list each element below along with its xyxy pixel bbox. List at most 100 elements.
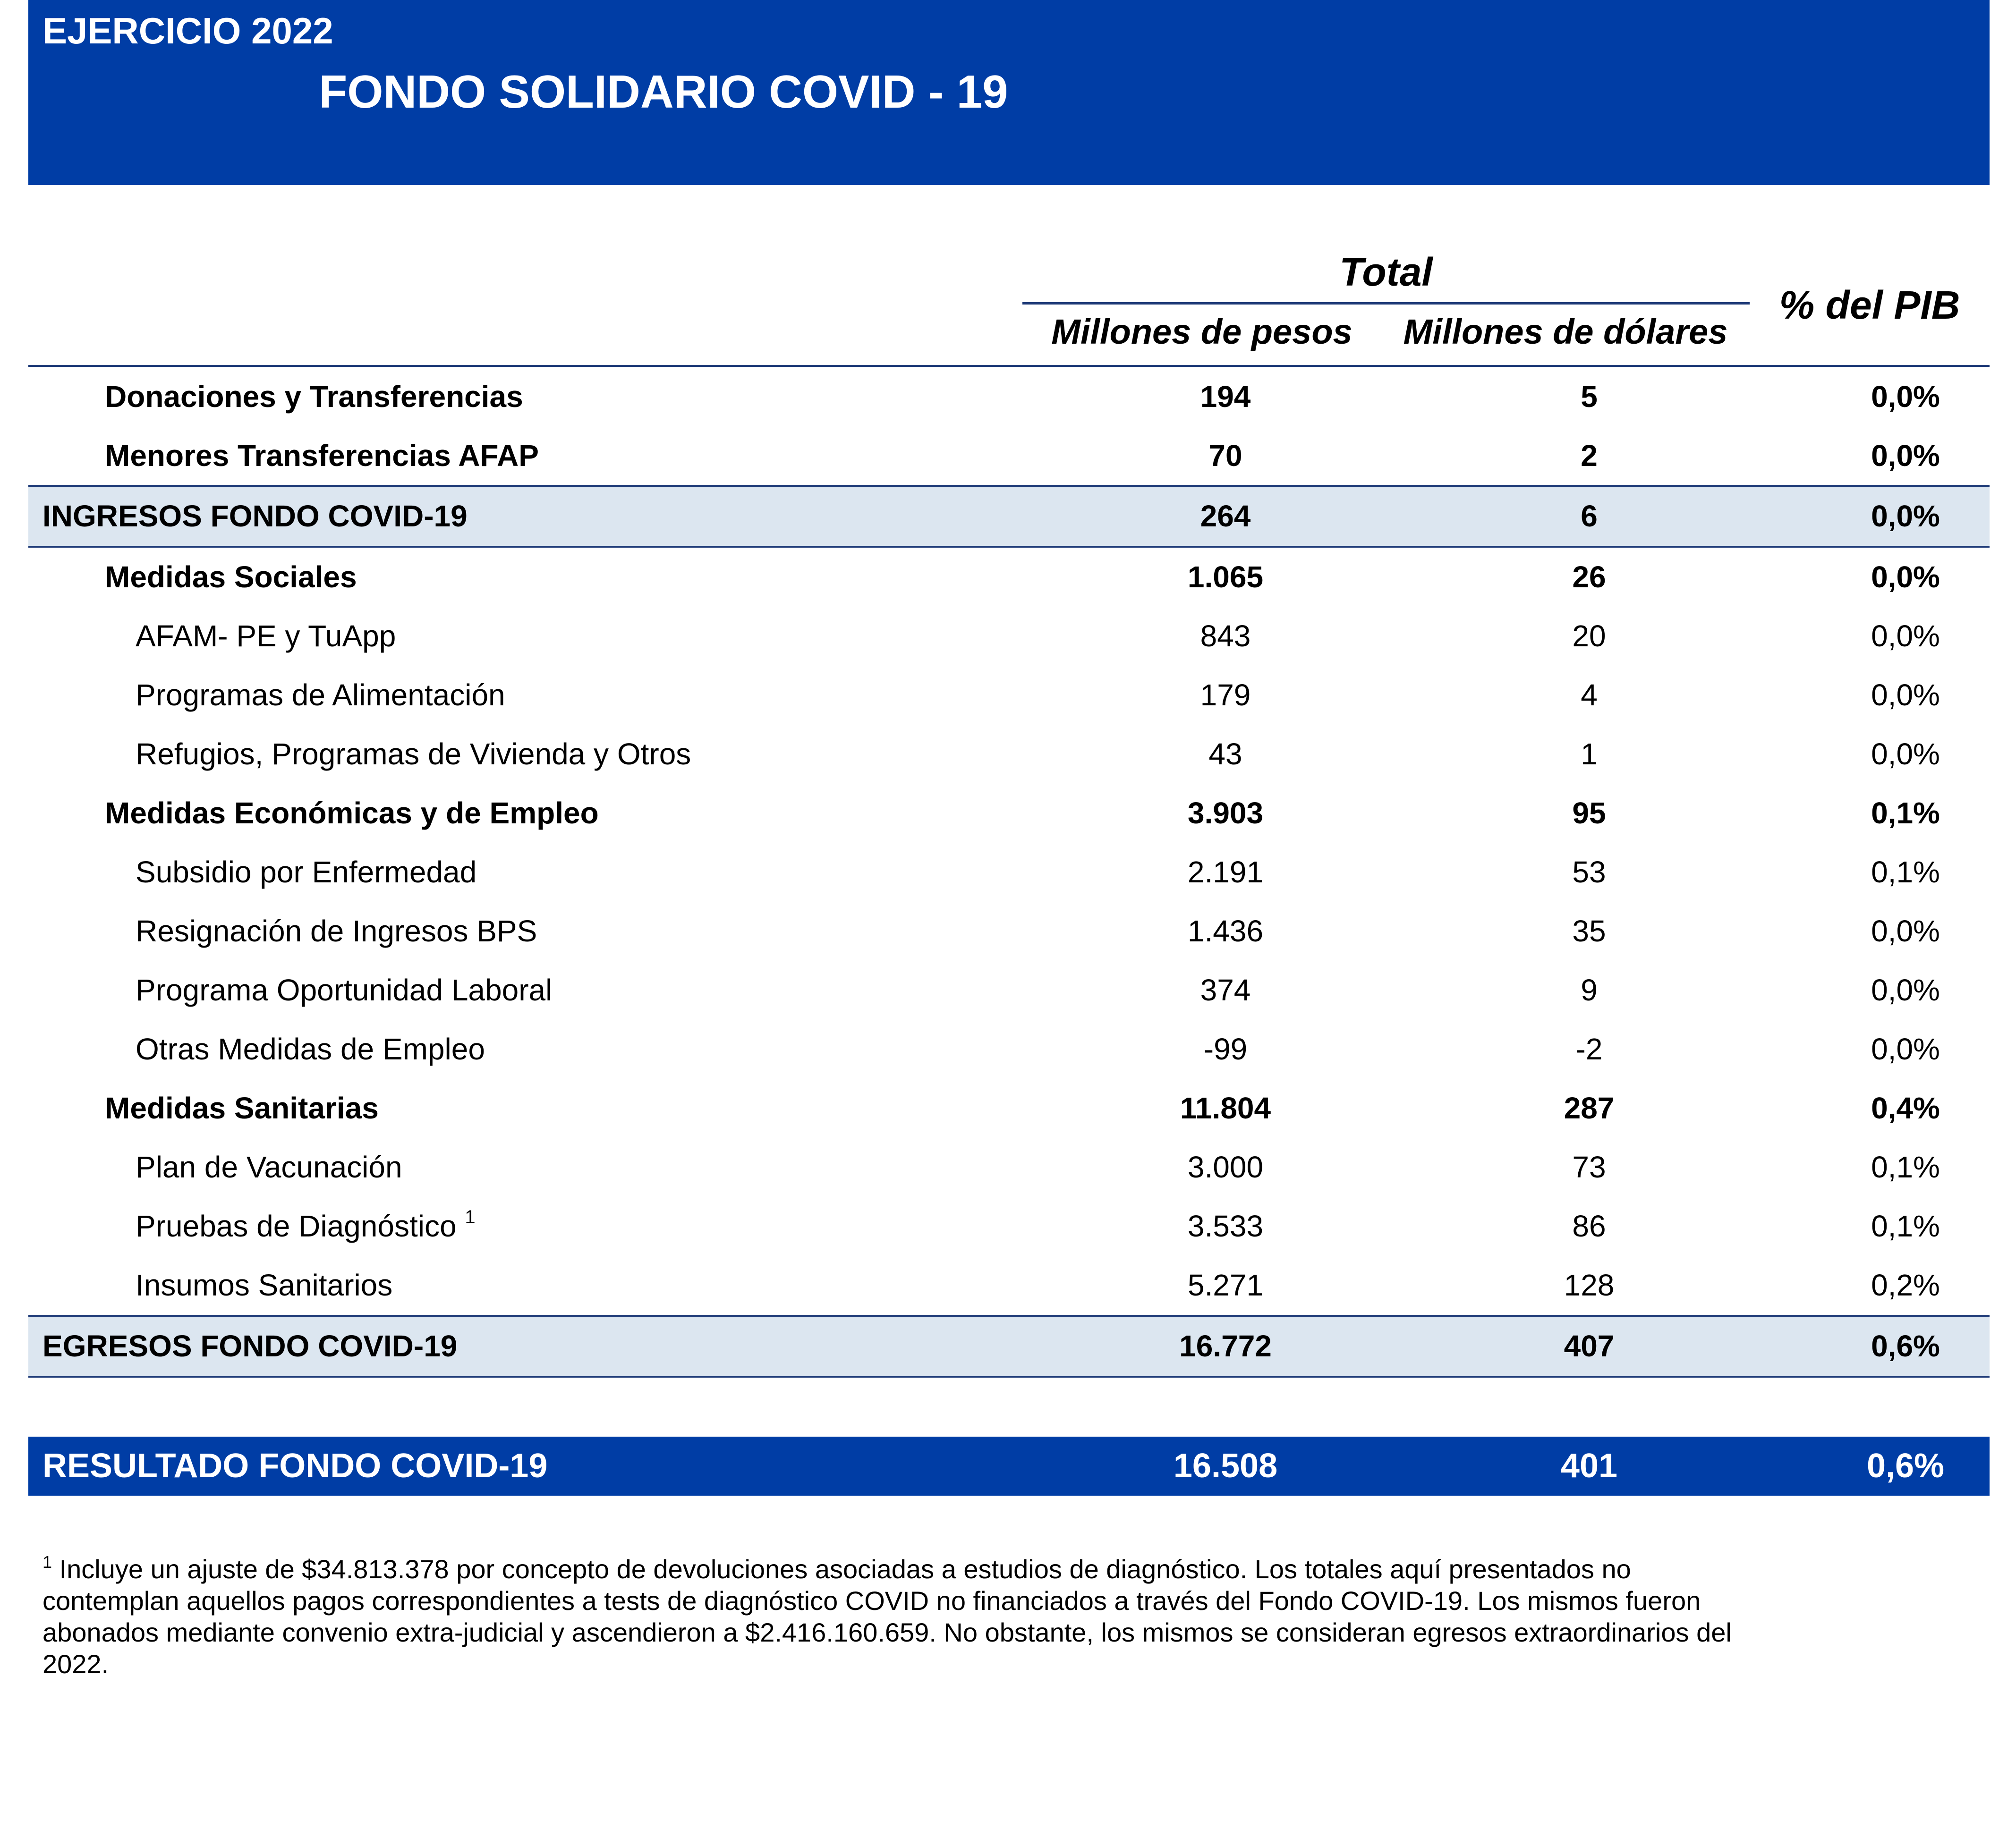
total-underline: [1022, 302, 1750, 305]
pib-cell: 0,0%: [1871, 619, 1940, 653]
row-label: Pruebas de Diagnóstico: [136, 1209, 457, 1243]
pesos-cell: 11.804: [1180, 1091, 1271, 1125]
footnote-marker: 1: [465, 1207, 476, 1227]
pib-column-header: % del PIB: [1779, 283, 1960, 327]
table-row: AFAM- PE y TuApp 843 20 0,0%: [28, 607, 1990, 666]
row-label: AFAM- PE y TuApp: [136, 619, 396, 653]
pesos-cell: 3.903: [1187, 796, 1264, 830]
pesos-cell: 1.436: [1187, 914, 1264, 948]
row-label-with-footnote: Pruebas de Diagnóstico 1: [136, 1197, 476, 1256]
table-row: Programas de Alimentación 179 4 0,0%: [28, 666, 1990, 725]
pib-cell: 0,6%: [1871, 1329, 1940, 1363]
dollars-cell: 4: [1581, 678, 1598, 712]
table-row: Insumos Sanitarios 5.271 128 0,2%: [28, 1256, 1990, 1315]
pib-cell: 0,0%: [1871, 1032, 1940, 1066]
pesos-cell: -99: [1203, 1032, 1248, 1066]
row-label: EGRESOS FONDO COVID-19: [43, 1329, 458, 1363]
row-label: Subsidio por Enfermedad: [136, 855, 477, 889]
row-label: Otras Medidas de Empleo: [136, 1032, 485, 1066]
footnote-text: Incluye un ajuste de $34.813.378 por con…: [43, 1554, 1732, 1679]
pib-cell: 0,0%: [1871, 380, 1940, 414]
pib-cell: 0,2%: [1871, 1268, 1940, 1302]
pib-cell: 0,1%: [1871, 796, 1940, 830]
egresos-bottom-rule: [28, 1376, 1990, 1378]
table-row: Donaciones y Transferencias 194 5 0,0%: [28, 367, 1990, 426]
dollars-cell: 73: [1572, 1150, 1606, 1184]
row-label: RESULTADO FONDO COVID-19: [43, 1447, 548, 1485]
table-row: Medidas Económicas y de Empleo 3.903 95 …: [28, 784, 1990, 843]
dollars-cell: 9: [1581, 973, 1598, 1007]
pib-cell: 0,1%: [1871, 855, 1940, 889]
row-label: Menores Transferencias AFAP: [105, 439, 539, 473]
pesos-cell: 843: [1200, 619, 1251, 653]
dollars-cell: 95: [1572, 796, 1606, 830]
pib-cell: 0,0%: [1871, 560, 1940, 594]
egresos-total-row: EGRESOS FONDO COVID-19 16.772 407 0,6%: [28, 1317, 1990, 1376]
row-label: Medidas Sanitarias: [105, 1091, 379, 1125]
row-label: Programa Oportunidad Laboral: [136, 973, 553, 1007]
pesos-cell: 16.772: [1179, 1329, 1272, 1363]
table-row: Resignación de Ingresos BPS 1.436 35 0,0…: [28, 902, 1990, 961]
table-row: Subsidio por Enfermedad 2.191 53 0,1%: [28, 843, 1990, 902]
pesos-cell: 16.508: [1173, 1447, 1278, 1485]
fiscal-year: EJERCICIO 2022: [43, 10, 333, 51]
pesos-cell: 179: [1200, 678, 1251, 712]
row-label: Medidas Sociales: [105, 560, 357, 594]
pesos-cell: 5.271: [1187, 1268, 1264, 1302]
table-row: Plan de Vacunación 3.000 73 0,1%: [28, 1138, 1990, 1197]
table-row: Programa Oportunidad Laboral 374 9 0,0%: [28, 961, 1990, 1020]
pib-cell: 0,0%: [1871, 439, 1940, 473]
row-label: Medidas Económicas y de Empleo: [105, 796, 599, 830]
dollars-cell: 6: [1581, 499, 1598, 533]
dollars-cell: 401: [1560, 1447, 1618, 1485]
pesos-cell: 2.191: [1187, 855, 1264, 889]
pesos-cell: 3.533: [1187, 1209, 1264, 1243]
pib-cell: 0,1%: [1871, 1209, 1940, 1243]
row-label: Insumos Sanitarios: [136, 1268, 393, 1302]
row-label: Resignación de Ingresos BPS: [136, 914, 537, 948]
pesos-cell: 194: [1200, 380, 1251, 414]
footnote-marker: 1: [43, 1552, 52, 1572]
row-label: Refugios, Programas de Vivienda y Otros: [136, 737, 691, 771]
report-title: FONDO SOLIDARIO COVID - 19: [319, 66, 1008, 118]
dollars-cell: 35: [1572, 914, 1606, 948]
pib-cell: 0,0%: [1871, 499, 1940, 533]
header-banner: EJERCICIO 2022 FONDO SOLIDARIO COVID - 1…: [28, 0, 1990, 185]
dollars-cell: 2: [1581, 439, 1598, 473]
pesos-column-header: Millones de pesos: [1051, 312, 1353, 351]
pesos-cell: 264: [1200, 499, 1251, 533]
dollars-cell: 53: [1572, 855, 1606, 889]
pesos-cell: 1.065: [1187, 560, 1264, 594]
table-row: Medidas Sanitarias 11.804 287 0,4%: [28, 1079, 1990, 1138]
dollars-cell: 26: [1572, 560, 1606, 594]
pesos-cell: 70: [1208, 439, 1242, 473]
dollars-cell: -2: [1575, 1032, 1603, 1066]
dollars-cell: 407: [1564, 1329, 1615, 1363]
table-row: Otras Medidas de Empleo -99 -2 0,0%: [28, 1020, 1990, 1079]
dollars-cell: 86: [1572, 1209, 1606, 1243]
dollars-cell: 20: [1572, 619, 1606, 653]
dollars-cell: 128: [1564, 1268, 1615, 1302]
footnote: 1 Incluye un ajuste de $34.813.378 por c…: [43, 1553, 1743, 1680]
pib-cell: 0,4%: [1871, 1091, 1940, 1125]
pesos-cell: 3.000: [1187, 1150, 1264, 1184]
pib-cell: 0,0%: [1871, 973, 1940, 1007]
pib-cell: 0,0%: [1871, 678, 1940, 712]
pesos-cell: 374: [1200, 973, 1251, 1007]
pib-cell: 0,0%: [1871, 737, 1940, 771]
dollars-column-header: Millones de dólares: [1403, 312, 1728, 351]
row-label: Programas de Alimentación: [136, 678, 505, 712]
pib-cell: 0,6%: [1866, 1447, 1945, 1485]
pib-cell: 0,0%: [1871, 914, 1940, 948]
row-label: Plan de Vacunación: [136, 1150, 402, 1184]
row-label: INGRESOS FONDO COVID-19: [43, 499, 468, 533]
table-row: Pruebas de Diagnóstico 1 3.533 86 0,1%: [28, 1197, 1990, 1256]
table-row: Menores Transferencias AFAP 70 2 0,0%: [28, 426, 1990, 485]
row-label: Donaciones y Transferencias: [105, 380, 523, 414]
table-row: Medidas Sociales 1.065 26 0,0%: [28, 548, 1990, 607]
header-divider: [28, 365, 1990, 367]
table-row: Refugios, Programas de Vivienda y Otros …: [28, 725, 1990, 784]
dollars-cell: 1: [1581, 737, 1598, 771]
pesos-cell: 43: [1208, 737, 1242, 771]
resultado-row: RESULTADO FONDO COVID-19 16.508 401 0,6%: [28, 1437, 1990, 1496]
